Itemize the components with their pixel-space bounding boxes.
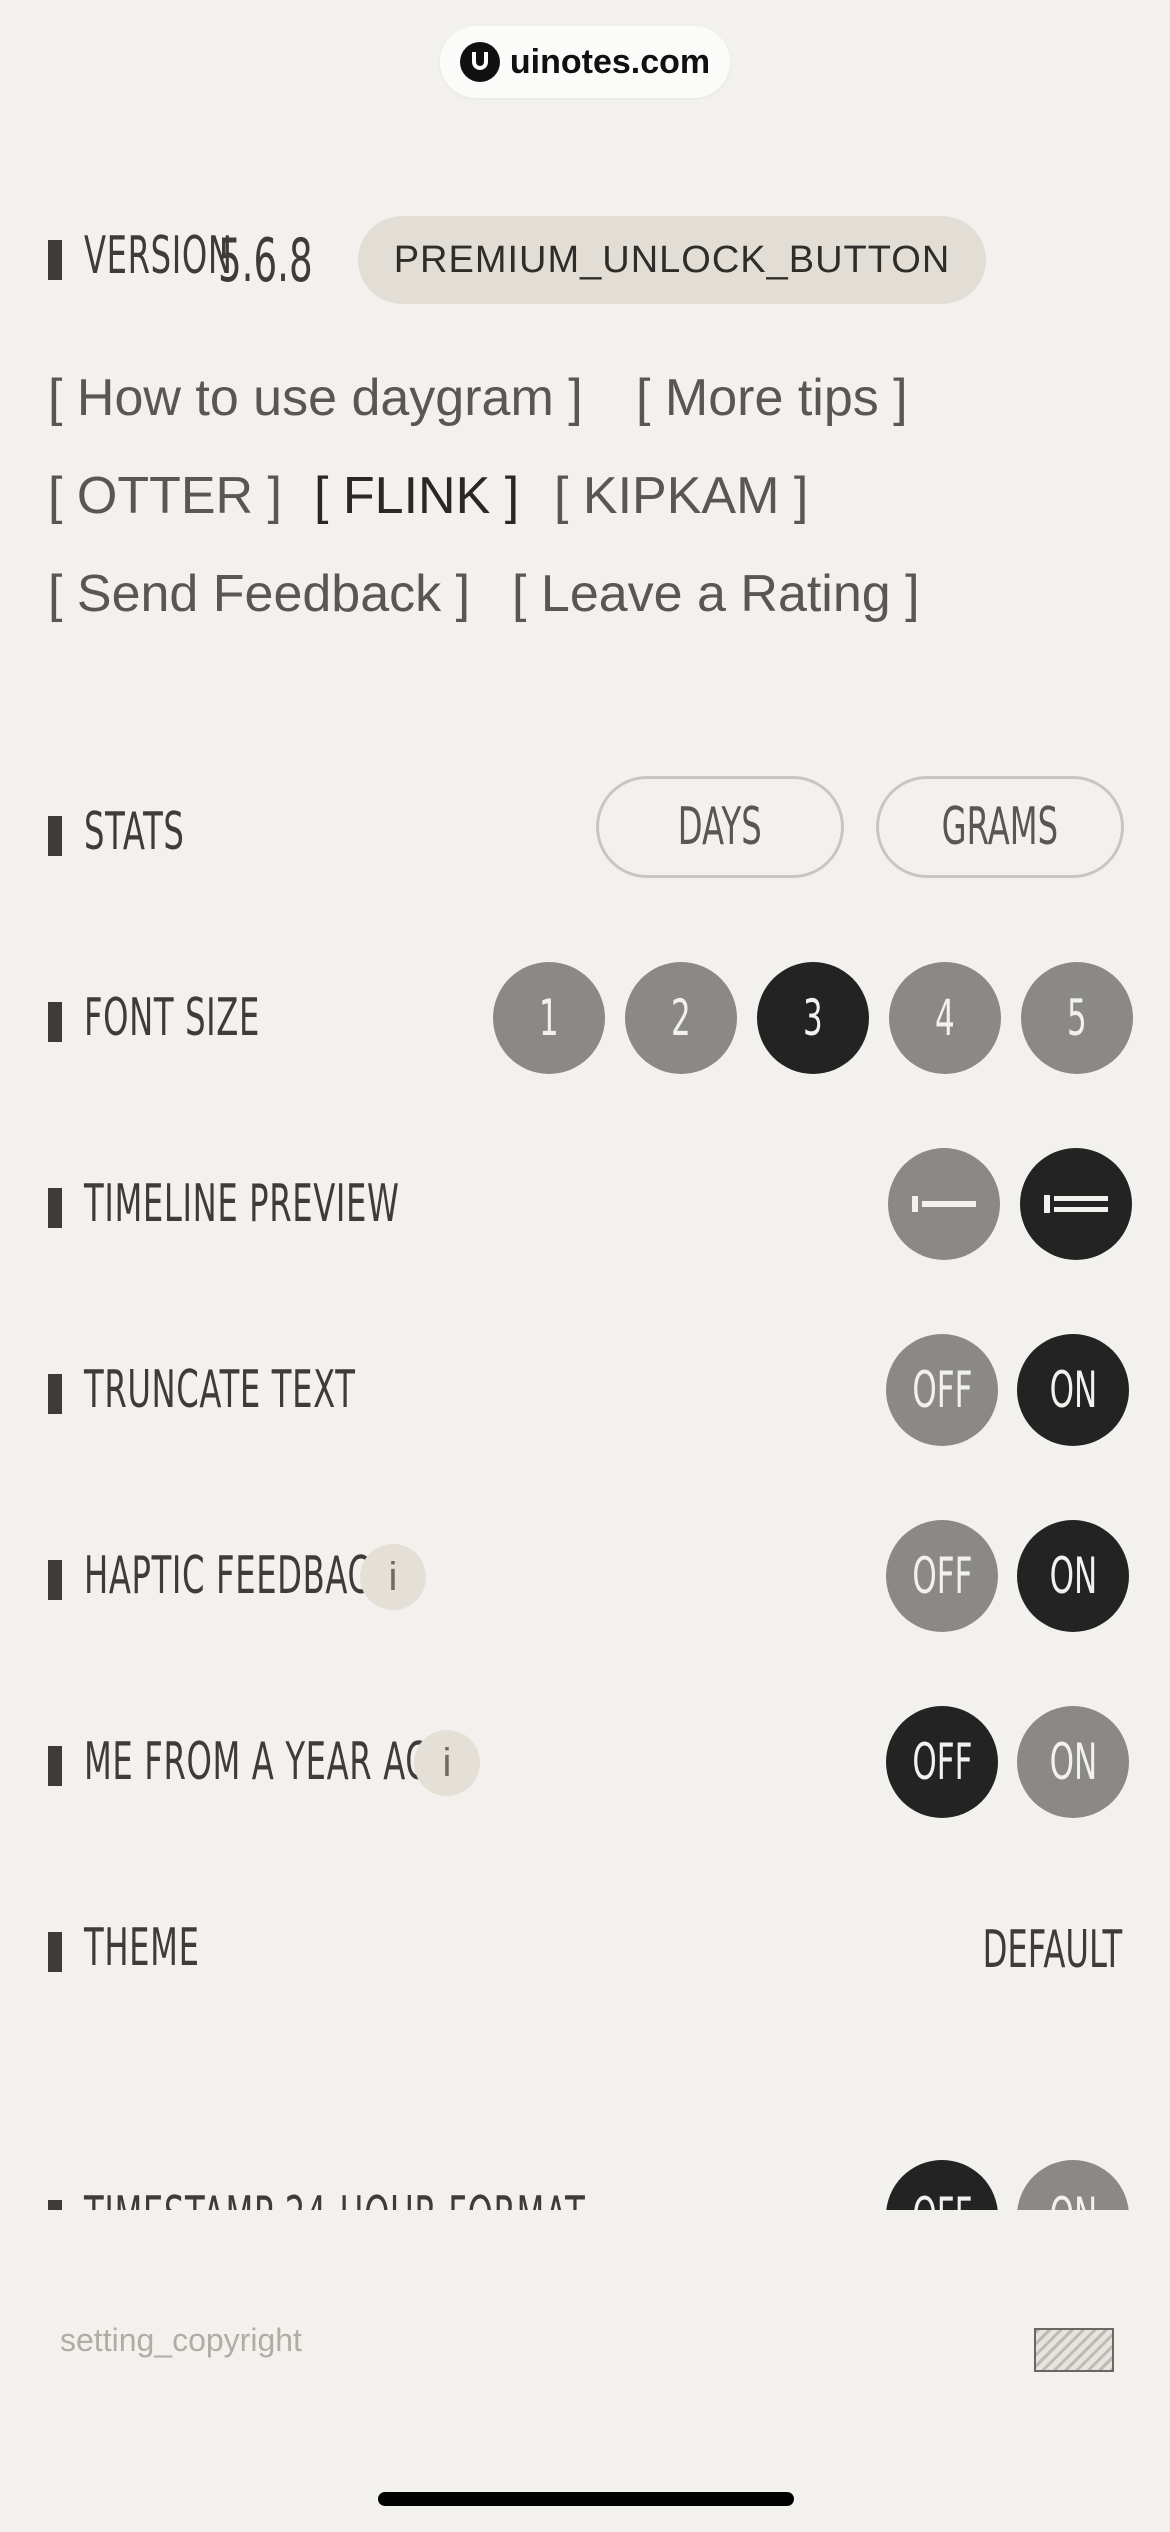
section-marker: [48, 1932, 62, 1972]
timestamp-label: TIMESTAMP 24-HOUR FORMAT: [84, 2186, 893, 2210]
haptic-feedback-label: HAPTIC FEEDBACK: [84, 1546, 393, 1606]
year-ago-off-button[interactable]: OFF: [886, 1706, 998, 1818]
link-send-feedback[interactable]: [ Send Feedback ]: [48, 564, 470, 624]
font-size-label: FONT SIZE: [84, 988, 260, 1048]
section-marker: [48, 240, 62, 280]
stats-label: STATS: [84, 802, 185, 862]
link-flink[interactable]: [ FLINK ]: [314, 466, 519, 526]
link-how-to-use[interactable]: [ How to use daygram ]: [48, 368, 583, 428]
hatched-box-icon: [1034, 2328, 1114, 2372]
multi-line-icon: [1044, 1195, 1108, 1213]
premium-unlock-button[interactable]: PREMIUM_UNLOCK_BUTTON: [358, 216, 986, 304]
theme-label: THEME: [84, 1918, 200, 1978]
timestamp-on-button[interactable]: ON: [1017, 2160, 1129, 2210]
link-otter[interactable]: [ OTTER ]: [48, 466, 282, 526]
haptic-info-icon[interactable]: i: [360, 1544, 426, 1610]
timeline-multi-line-option[interactable]: [1020, 1148, 1132, 1260]
theme-value[interactable]: DEFAULT: [897, 1920, 1122, 1980]
section-marker: [48, 1560, 62, 1600]
link-kipkam[interactable]: [ KIPKAM ]: [554, 466, 808, 526]
font-size-option-5[interactable]: 5: [1021, 962, 1133, 1074]
timeline-preview-label: TIMELINE PREVIEW: [84, 1174, 400, 1234]
copyright-text: setting_copyright: [60, 2322, 302, 2358]
section-marker: [48, 1746, 62, 1786]
watermark-text: uinotes.com: [509, 42, 711, 81]
link-more-tips[interactable]: [ More tips ]: [636, 368, 908, 428]
home-indicator[interactable]: [378, 2492, 794, 2506]
truncate-off-button[interactable]: OFF: [886, 1334, 998, 1446]
year-ago-label: ME FROM A YEAR AGO: [84, 1732, 457, 1792]
section-marker: [48, 1374, 62, 1414]
section-marker: [48, 816, 62, 856]
haptic-on-button[interactable]: ON: [1017, 1520, 1129, 1632]
uinotes-logo-icon: [459, 42, 500, 82]
truncate-on-button[interactable]: ON: [1017, 1334, 1129, 1446]
watermark-badge: uinotes.com: [440, 26, 730, 98]
font-size-option-1[interactable]: 1: [493, 962, 605, 1074]
truncate-text-label: TRUNCATE TEXT: [84, 1360, 356, 1420]
stats-grams-option[interactable]: GRAMS: [876, 776, 1124, 878]
haptic-off-button[interactable]: OFF: [886, 1520, 998, 1632]
version-number: 5.6.8: [218, 226, 313, 296]
link-leave-rating[interactable]: [ Leave a Rating ]: [512, 564, 920, 624]
section-marker: [48, 2200, 62, 2210]
single-line-icon: [912, 1196, 976, 1212]
year-ago-on-button[interactable]: ON: [1017, 1706, 1129, 1818]
section-marker: [48, 1188, 62, 1228]
section-marker: [48, 1002, 62, 1042]
timeline-single-line-option[interactable]: [888, 1148, 1000, 1260]
font-size-option-4[interactable]: 4: [889, 962, 1001, 1074]
year-ago-info-icon[interactable]: i: [414, 1730, 480, 1796]
scroll-clipped-row: TIMESTAMP 24-HOUR FORMAT OFF ON: [0, 2140, 1170, 2210]
timestamp-off-button[interactable]: OFF: [886, 2160, 998, 2210]
font-size-option-2[interactable]: 2: [625, 962, 737, 1074]
font-size-option-3[interactable]: 3: [757, 962, 869, 1074]
stats-days-option[interactable]: DAYS: [596, 776, 844, 878]
